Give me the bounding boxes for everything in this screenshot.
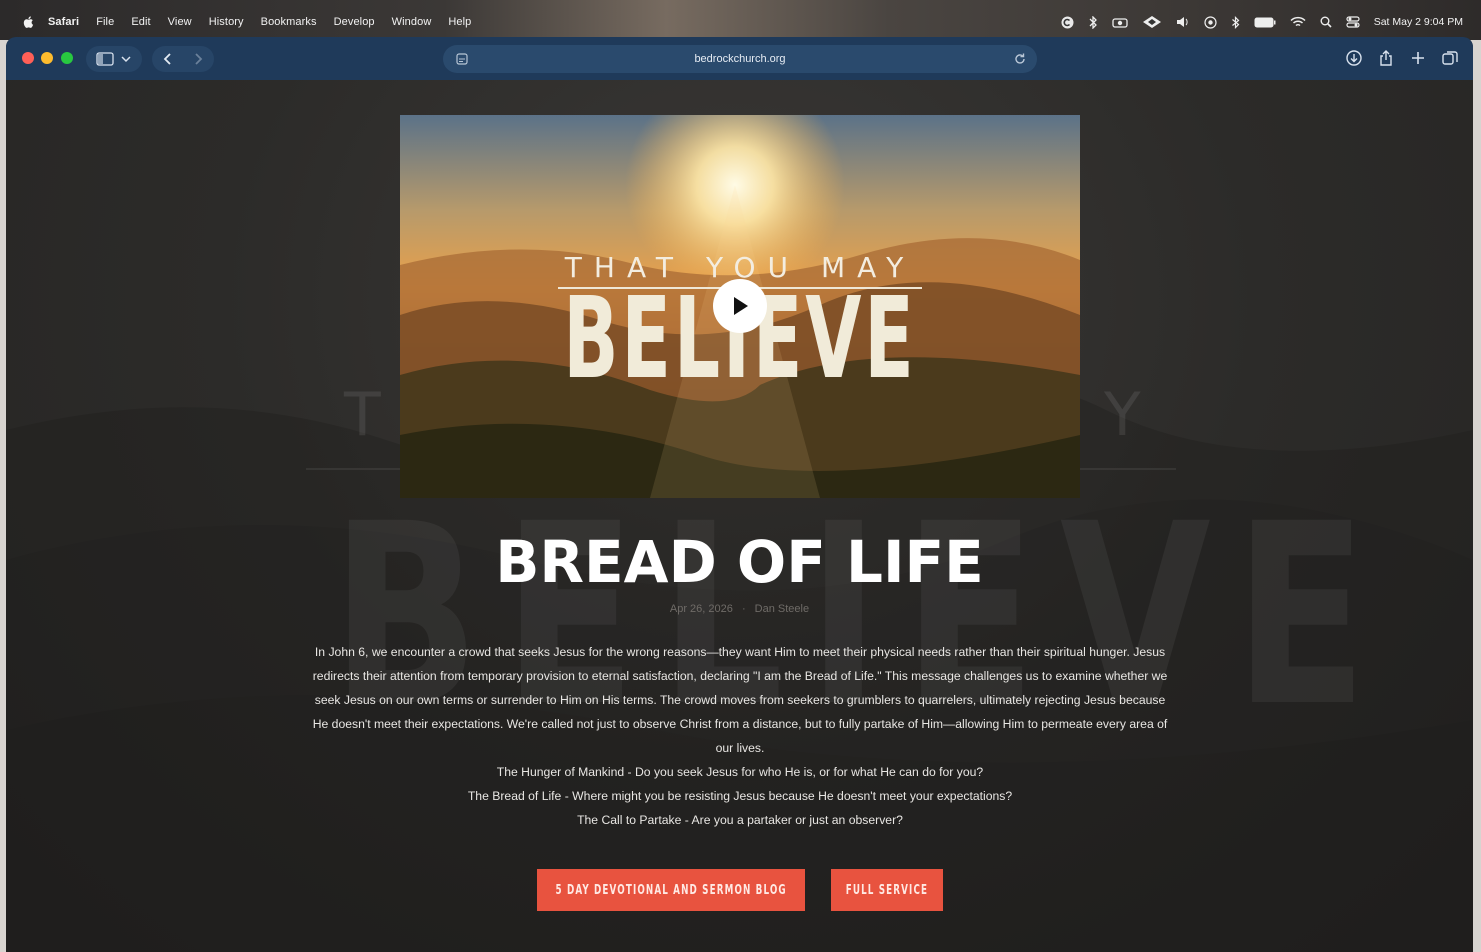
play-button[interactable] xyxy=(713,279,767,333)
menu-bookmarks[interactable]: Bookmarks xyxy=(261,16,317,28)
menu-history[interactable]: History xyxy=(209,16,244,28)
menu-develop[interactable]: Develop xyxy=(334,16,375,28)
new-tab-icon[interactable] xyxy=(1409,49,1427,67)
menubar-clock[interactable]: Sat May 2 9:04 PM xyxy=(1374,16,1463,28)
menu-window[interactable]: Window xyxy=(392,16,432,28)
close-window-button[interactable] xyxy=(22,52,34,64)
spotlight-icon[interactable] xyxy=(1320,16,1332,28)
share-icon[interactable] xyxy=(1377,49,1395,67)
address-bar[interactable]: bedrockchurch.org xyxy=(443,45,1037,73)
forward-icon[interactable] xyxy=(190,51,206,67)
wifi-icon[interactable] xyxy=(1290,16,1306,28)
url-text[interactable]: bedrockchurch.org xyxy=(694,53,785,65)
page-settings-icon[interactable] xyxy=(455,52,469,66)
devotional-blog-button[interactable]: 5 DAY DEVOTIONAL AND SERMON BLOG xyxy=(537,869,805,911)
menu-view[interactable]: View xyxy=(168,16,192,28)
menu-app-name[interactable]: Safari xyxy=(48,16,79,28)
sermon-description: In John 6, we encounter a crowd that see… xyxy=(306,640,1174,760)
sermon-speaker[interactable]: Dan Steele xyxy=(755,603,809,615)
minimize-window-button[interactable] xyxy=(41,52,53,64)
screen: Safari File Edit View History Bookmarks … xyxy=(0,0,1481,952)
zoom-window-button[interactable] xyxy=(61,52,73,64)
browser-toolbar: bedrockchurch.org xyxy=(6,37,1473,80)
menu-file[interactable]: File xyxy=(96,16,114,28)
status-area: Sat May 2 9:04 PM xyxy=(1061,15,1473,29)
background-letter-t: T xyxy=(344,380,381,450)
menu-bar: Safari File Edit View History Bookmarks … xyxy=(6,8,1473,36)
tab-overview-icon[interactable] xyxy=(1441,49,1459,67)
sermon-point: The Call to Partake - Are you a partaker… xyxy=(577,813,903,827)
sermon-date: Apr 26, 2026 xyxy=(669,603,733,615)
meta-separator: · xyxy=(741,603,746,615)
control-center-icon[interactable] xyxy=(1346,16,1360,28)
apple-icon[interactable] xyxy=(22,15,36,29)
volume-icon[interactable] xyxy=(1176,16,1190,28)
bluetooth-icon[interactable] xyxy=(1231,15,1240,29)
camera-icon[interactable] xyxy=(1112,16,1128,28)
play-icon xyxy=(734,297,748,315)
diamond-icon[interactable] xyxy=(1142,15,1162,29)
battery-icon[interactable] xyxy=(1254,17,1276,28)
downloads-icon[interactable] xyxy=(1345,49,1363,67)
page-content: T Y BELIEVE THAT YOU MAY BELIEVE BREAD O… xyxy=(6,80,1473,952)
sermon-points: The Hunger of Mankind - Do you seek Jesu… xyxy=(306,760,1174,832)
description-text: In John 6, we encounter a crowd that see… xyxy=(312,645,1168,755)
sermon-title: BREAD OF LIFE xyxy=(495,528,984,596)
menu-help[interactable]: Help xyxy=(448,16,471,28)
sidebar-icon xyxy=(96,52,114,66)
chevron-down-icon xyxy=(121,56,131,63)
record-icon[interactable] xyxy=(1204,15,1217,29)
bluetooth-alt-icon[interactable] xyxy=(1088,15,1098,29)
sermon-point: The Hunger of Mankind - Do you seek Jesu… xyxy=(496,765,984,779)
background-letter-y: Y xyxy=(1104,380,1141,450)
sermon-meta: Apr 26, 2026 · Dan Steele xyxy=(6,603,1473,615)
menu-edit[interactable]: Edit xyxy=(131,16,150,28)
navigation-buttons xyxy=(152,46,214,72)
toolbar-actions xyxy=(1345,49,1459,67)
browser-window: bedrockchurch.org T Y BELIEVE THAT YOU M… xyxy=(6,37,1473,952)
sermon-video[interactable]: THAT YOU MAY BELIEVE xyxy=(400,115,1080,498)
grammarly-icon[interactable] xyxy=(1061,16,1074,29)
sermon-point: The Bread of Life - Where might you be r… xyxy=(467,789,1013,803)
full-service-label: FULL SERVICE xyxy=(845,882,929,898)
full-service-button[interactable]: FULL SERVICE xyxy=(831,869,943,911)
sidebar-toggle-button[interactable] xyxy=(86,46,142,72)
back-icon[interactable] xyxy=(160,51,176,67)
reload-icon[interactable] xyxy=(1013,52,1027,66)
devotional-blog-label: 5 DAY DEVOTIONAL AND SERMON BLOG xyxy=(555,882,787,898)
